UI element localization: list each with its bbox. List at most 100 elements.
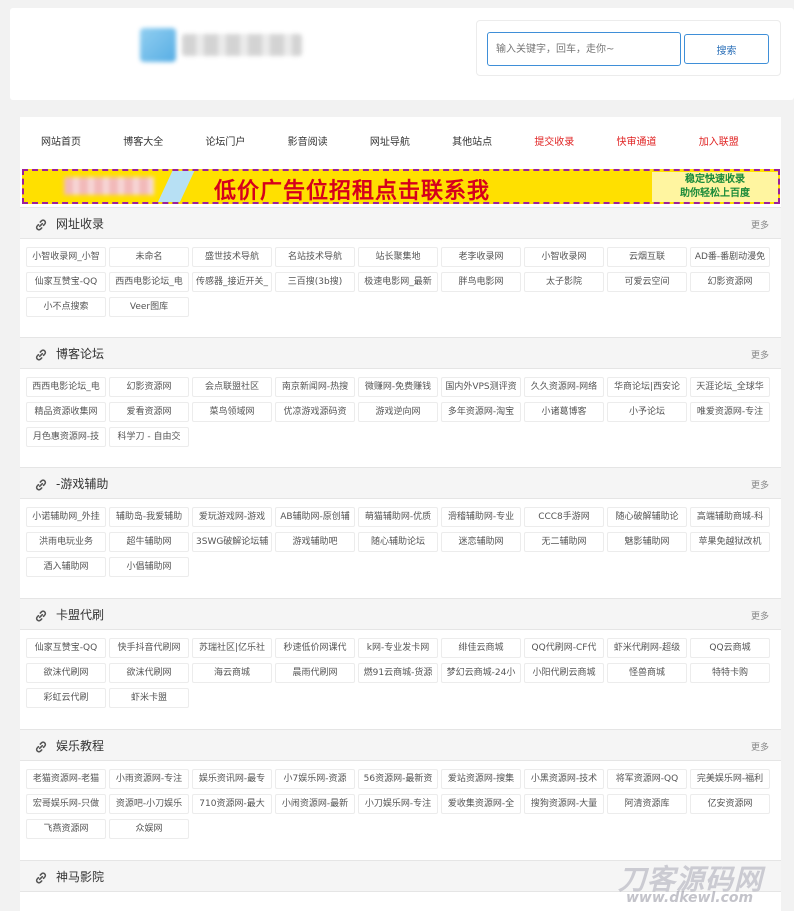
search-input[interactable] bbox=[487, 32, 681, 66]
site-link[interactable]: 盛世技术导航 bbox=[192, 247, 272, 267]
site-link[interactable]: 幻影资源网 bbox=[690, 272, 770, 292]
site-link[interactable]: 极速电影网_最新 bbox=[358, 272, 438, 292]
site-link[interactable]: 天涯论坛_全球华 bbox=[690, 377, 770, 397]
site-link[interactable]: 彩虹云代刷 bbox=[26, 688, 106, 708]
site-link[interactable]: 多年资源网-淘宝 bbox=[441, 402, 521, 422]
site-link[interactable]: CCC8手游网 bbox=[524, 507, 604, 527]
site-link[interactable]: 可爱云空间 bbox=[607, 272, 687, 292]
site-link[interactable]: 小诺辅助网_外挂 bbox=[26, 507, 106, 527]
site-link[interactable]: 西西电影论坛_电 bbox=[26, 377, 106, 397]
site-link[interactable]: 科学刀 - 自由交 bbox=[109, 427, 189, 447]
site-link[interactable]: 微赚网-免费赚钱 bbox=[358, 377, 438, 397]
nav-item-1[interactable]: 博客大全 bbox=[123, 133, 205, 148]
site-link[interactable]: 名站技术导航 bbox=[275, 247, 355, 267]
site-link[interactable]: 未命名 bbox=[109, 247, 189, 267]
site-link[interactable]: 梦幻云商城-24小 bbox=[441, 663, 521, 683]
more-link[interactable]: 更多 bbox=[751, 740, 769, 753]
ad-banner[interactable]: 低价广告位招租点击联系我 稳定快速收录 助你轻松上百度 bbox=[22, 169, 780, 204]
site-link[interactable]: 魅影辅助网 bbox=[607, 532, 687, 552]
site-link[interactable]: 亿安资源网 bbox=[690, 794, 770, 814]
site-link[interactable]: 完美娱乐网-福利 bbox=[690, 769, 770, 789]
site-link[interactable]: 会点联盟社区 bbox=[192, 377, 272, 397]
site-link[interactable]: 南京新闻网-热搜 bbox=[275, 377, 355, 397]
site-link[interactable]: Veer图库 bbox=[109, 297, 189, 317]
site-link[interactable]: 传感器_接近开关_ bbox=[192, 272, 272, 292]
site-link[interactable]: 随心辅助论坛 bbox=[358, 532, 438, 552]
site-link[interactable]: 高端辅助商城-科 bbox=[690, 507, 770, 527]
site-link[interactable]: 随心破解辅助论 bbox=[607, 507, 687, 527]
site-link[interactable]: 迷恋辅助网 bbox=[441, 532, 521, 552]
site-link[interactable]: 3SWG破解论坛辅 bbox=[192, 532, 272, 552]
site-link[interactable]: 游戏逆向网 bbox=[358, 402, 438, 422]
site-link[interactable]: 秒速低价网课代 bbox=[275, 638, 355, 658]
site-link[interactable]: 56资源网-最新资 bbox=[358, 769, 438, 789]
site-link[interactable]: 西西电影论坛_电 bbox=[109, 272, 189, 292]
site-link[interactable]: 小黑资源网-技术 bbox=[524, 769, 604, 789]
site-link[interactable]: 辅助岛-我爱辅助 bbox=[109, 507, 189, 527]
site-link[interactable]: 唯爱资源网-专注 bbox=[690, 402, 770, 422]
site-link[interactable]: 太子影院 bbox=[524, 272, 604, 292]
site-link[interactable]: 无二辅助网 bbox=[524, 532, 604, 552]
site-link[interactable]: 仙家互赞宝-QQ bbox=[26, 638, 106, 658]
site-link[interactable]: 710资源网-最大 bbox=[192, 794, 272, 814]
site-link[interactable]: 虾米卡盟 bbox=[109, 688, 189, 708]
site-link[interactable]: 游戏辅助吧 bbox=[275, 532, 355, 552]
site-link[interactable]: 仙家互赞宝-QQ bbox=[26, 272, 106, 292]
site-link[interactable]: 胖鸟电影网 bbox=[441, 272, 521, 292]
site-link[interactable]: 宏哥娱乐网-只做 bbox=[26, 794, 106, 814]
nav-item-2[interactable]: 论坛门户 bbox=[205, 133, 287, 148]
site-link[interactable]: 小予论坛 bbox=[607, 402, 687, 422]
search-button[interactable]: 搜索 bbox=[684, 34, 769, 64]
site-link[interactable]: 怪兽商城 bbox=[607, 663, 687, 683]
site-link[interactable]: 娱乐资讯网-最专 bbox=[192, 769, 272, 789]
site-link[interactable]: 幻影资源网 bbox=[109, 377, 189, 397]
nav-item-5[interactable]: 其他站点 bbox=[452, 133, 534, 148]
site-link[interactable]: 小闹资源网-最新 bbox=[275, 794, 355, 814]
site-link[interactable]: 阿清资源库 bbox=[607, 794, 687, 814]
site-link[interactable]: 洪雨电玩业务 bbox=[26, 532, 106, 552]
site-link[interactable]: AD番-番剧动漫免 bbox=[690, 247, 770, 267]
site-link[interactable]: QQ云商城 bbox=[690, 638, 770, 658]
nav-item-3[interactable]: 影音阅读 bbox=[288, 133, 370, 148]
site-link[interactable]: 小不点搜索 bbox=[26, 297, 106, 317]
site-link[interactable]: QQ代刷网-CF代 bbox=[524, 638, 604, 658]
site-logo[interactable] bbox=[126, 24, 312, 68]
site-link[interactable]: 菜鸟领域网 bbox=[192, 402, 272, 422]
site-link[interactable]: 小阳代刷云商城 bbox=[524, 663, 604, 683]
site-link[interactable]: 苹果免越狱改机 bbox=[690, 532, 770, 552]
more-link[interactable]: 更多 bbox=[751, 348, 769, 361]
site-link[interactable]: 小刀娱乐网-专注 bbox=[358, 794, 438, 814]
site-link[interactable]: 爱玩游戏网-游戏 bbox=[192, 507, 272, 527]
site-link[interactable]: 众娱网 bbox=[109, 819, 189, 839]
more-link[interactable]: 更多 bbox=[751, 478, 769, 491]
site-link[interactable]: 欲沫代刷网 bbox=[109, 663, 189, 683]
site-link[interactable]: 欲沫代刷网 bbox=[26, 663, 106, 683]
site-link[interactable]: 华商论坛|西安论 bbox=[607, 377, 687, 397]
site-link[interactable]: 将军资源网-QQ bbox=[607, 769, 687, 789]
site-link[interactable]: k网-专业发卡网 bbox=[358, 638, 438, 658]
site-link[interactable]: 资源吧-小刀娱乐 bbox=[109, 794, 189, 814]
site-link[interactable]: 云烟互联 bbox=[607, 247, 687, 267]
more-link[interactable]: 更多 bbox=[751, 218, 769, 231]
site-link[interactable]: 晨雨代刷网 bbox=[275, 663, 355, 683]
nav-item-8[interactable]: 加入联盟 bbox=[699, 133, 781, 148]
site-link[interactable]: 小7娱乐网-资源 bbox=[275, 769, 355, 789]
site-link[interactable]: 酒入辅助网 bbox=[26, 557, 106, 577]
site-link[interactable]: 燃91云商城-货源 bbox=[358, 663, 438, 683]
site-link[interactable]: 小智收录网 bbox=[524, 247, 604, 267]
site-link[interactable]: 搜狗资源网-大量 bbox=[524, 794, 604, 814]
site-link[interactable]: 快手抖音代刷网 bbox=[109, 638, 189, 658]
nav-item-6[interactable]: 提交收录 bbox=[534, 133, 616, 148]
site-link[interactable]: 虾米代刷网-超级 bbox=[607, 638, 687, 658]
more-link[interactable]: 更多 bbox=[751, 609, 769, 622]
site-link[interactable]: 小雨资源网-专注 bbox=[109, 769, 189, 789]
site-link[interactable]: 飞燕资源网 bbox=[26, 819, 106, 839]
nav-item-7[interactable]: 快审通道 bbox=[617, 133, 699, 148]
site-link[interactable]: AB辅助网-原创辅 bbox=[275, 507, 355, 527]
site-link[interactable]: 站长聚集地 bbox=[358, 247, 438, 267]
site-link[interactable]: 爱收集资源网-全 bbox=[441, 794, 521, 814]
site-link[interactable]: 萌猫辅助网-优质 bbox=[358, 507, 438, 527]
site-link[interactable]: 国内外VPS测评资 bbox=[441, 377, 521, 397]
site-link[interactable]: 超牛辅助网 bbox=[109, 532, 189, 552]
site-link[interactable]: 久久资源网-网络 bbox=[524, 377, 604, 397]
